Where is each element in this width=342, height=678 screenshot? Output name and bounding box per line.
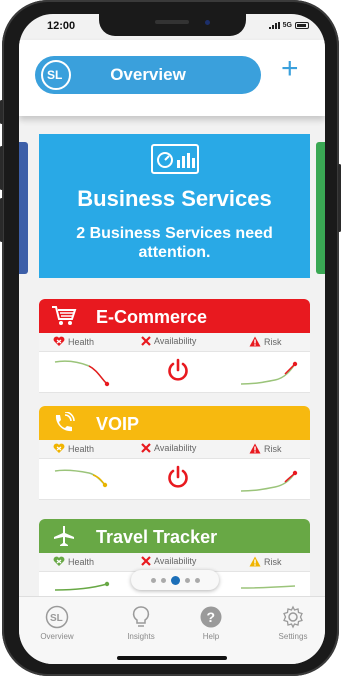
warning-icon xyxy=(249,336,261,347)
x-icon xyxy=(141,556,151,566)
page-dot[interactable] xyxy=(184,577,190,583)
warning-icon xyxy=(249,443,261,454)
page-dot[interactable] xyxy=(194,577,200,583)
battery-icon xyxy=(295,22,309,29)
overview-selector[interactable]: SL Overview xyxy=(35,56,261,94)
risk-trend-graph xyxy=(240,361,298,385)
side-button xyxy=(0,100,3,124)
warning-icon xyxy=(249,556,261,567)
health-trend-graph xyxy=(54,469,108,488)
dashboard-icon xyxy=(151,144,199,174)
heart-check-icon xyxy=(53,556,65,566)
tab-label: Overview xyxy=(40,632,74,641)
tab-help[interactable]: ? Help xyxy=(181,605,241,641)
svg-text:SL: SL xyxy=(50,613,63,624)
card-header: Travel Tracker xyxy=(39,519,310,553)
risk-metric: Risk xyxy=(249,556,282,567)
health-metric: Health xyxy=(53,336,94,347)
risk-label: Risk xyxy=(264,443,282,454)
business-services-banner[interactable]: Business Services 2 Business Services ne… xyxy=(39,134,310,278)
risk-metric: Risk xyxy=(249,443,282,454)
status-indicators: 5G xyxy=(268,22,309,29)
service-name: Travel Tracker xyxy=(96,527,218,547)
airplane-icon xyxy=(54,526,74,546)
x-icon xyxy=(141,443,151,453)
service-card-ecommerce[interactable]: E-Commerce Health Availability Risk xyxy=(39,299,310,393)
page-dot[interactable] xyxy=(160,577,166,583)
health-metric: Health xyxy=(53,556,94,567)
metrics-row: Health Availability Risk xyxy=(39,440,310,458)
sl-logo-icon: SL xyxy=(45,605,69,629)
home-indicator[interactable] xyxy=(117,656,227,660)
shopping-cart-icon xyxy=(52,306,77,325)
network-label: 5G xyxy=(282,22,292,29)
help-icon: ? xyxy=(200,606,222,628)
business-services-subtitle: 2 Business Services need attention. xyxy=(76,225,273,261)
risk-metric: Risk xyxy=(249,336,282,347)
tab-insights[interactable]: Insights xyxy=(111,605,171,641)
prev-card-peek[interactable] xyxy=(19,142,28,274)
risk-label: Risk xyxy=(264,556,282,567)
graphs-row xyxy=(39,458,310,500)
volume-up-button xyxy=(0,146,3,190)
service-card-voip[interactable]: VOIP Health Availability Risk xyxy=(39,406,310,500)
availability-metric: Availability xyxy=(141,443,196,453)
speaker xyxy=(155,20,189,24)
signal-icon xyxy=(268,22,280,29)
tab-label: Insights xyxy=(127,632,155,641)
screen: 12:00 5G SL Overview + Business Services… xyxy=(19,14,325,664)
availability-label: Availability xyxy=(154,443,197,453)
page-dot-active[interactable] xyxy=(170,575,180,585)
tab-label: Help xyxy=(202,632,220,641)
tab-overview[interactable]: SL Overview xyxy=(27,605,87,641)
risk-label: Risk xyxy=(264,336,282,347)
app-header: SL Overview + xyxy=(19,40,325,116)
gear-icon xyxy=(283,605,303,629)
metrics-row: Health Availability Risk xyxy=(39,553,310,571)
notch xyxy=(99,14,246,36)
card-header: VOIP xyxy=(39,406,310,440)
heart-x-icon xyxy=(53,443,65,453)
phone-frame: 12:00 5G SL Overview + Business Services… xyxy=(0,0,341,676)
health-label: Health xyxy=(68,556,95,567)
x-icon xyxy=(141,336,151,346)
graphs-row xyxy=(39,351,310,393)
lightbulb-icon xyxy=(132,606,150,627)
tab-settings[interactable]: Settings xyxy=(263,605,323,641)
service-name: E-Commerce xyxy=(96,307,208,327)
business-services-title: Business Services xyxy=(77,186,272,211)
power-button xyxy=(338,164,341,232)
camera xyxy=(205,20,210,25)
metrics-row: Health Availability Risk xyxy=(39,333,310,351)
availability-label: Availability xyxy=(154,336,197,346)
health-label: Health xyxy=(68,443,95,454)
service-name: VOIP xyxy=(96,414,140,434)
risk-trend-graph xyxy=(240,585,296,589)
risk-trend-graph xyxy=(240,470,298,492)
tab-label: Settings xyxy=(278,632,308,641)
power-icon xyxy=(168,358,188,381)
heart-x-icon xyxy=(53,336,65,346)
card-header: E-Commerce xyxy=(39,299,310,333)
health-trend-graph xyxy=(54,581,110,591)
page-dot[interactable] xyxy=(150,577,156,583)
volume-down-button xyxy=(0,198,3,242)
page-indicator[interactable] xyxy=(131,570,219,590)
svg-text:?: ? xyxy=(207,609,216,625)
phone-icon xyxy=(55,412,75,432)
health-trend-graph xyxy=(54,360,110,387)
add-button[interactable]: + xyxy=(281,54,299,84)
status-time: 12:00 xyxy=(47,20,76,32)
availability-label: Availability xyxy=(154,556,197,566)
availability-metric: Availability xyxy=(141,336,196,346)
health-label: Health xyxy=(68,336,95,347)
health-metric: Health xyxy=(53,443,94,454)
next-card-peek[interactable] xyxy=(316,142,325,274)
availability-metric: Availability xyxy=(141,556,196,566)
power-icon xyxy=(168,465,188,488)
page-title: Overview xyxy=(110,65,186,84)
tab-bar: SL Overview Insights ? Help Settings xyxy=(19,596,325,664)
